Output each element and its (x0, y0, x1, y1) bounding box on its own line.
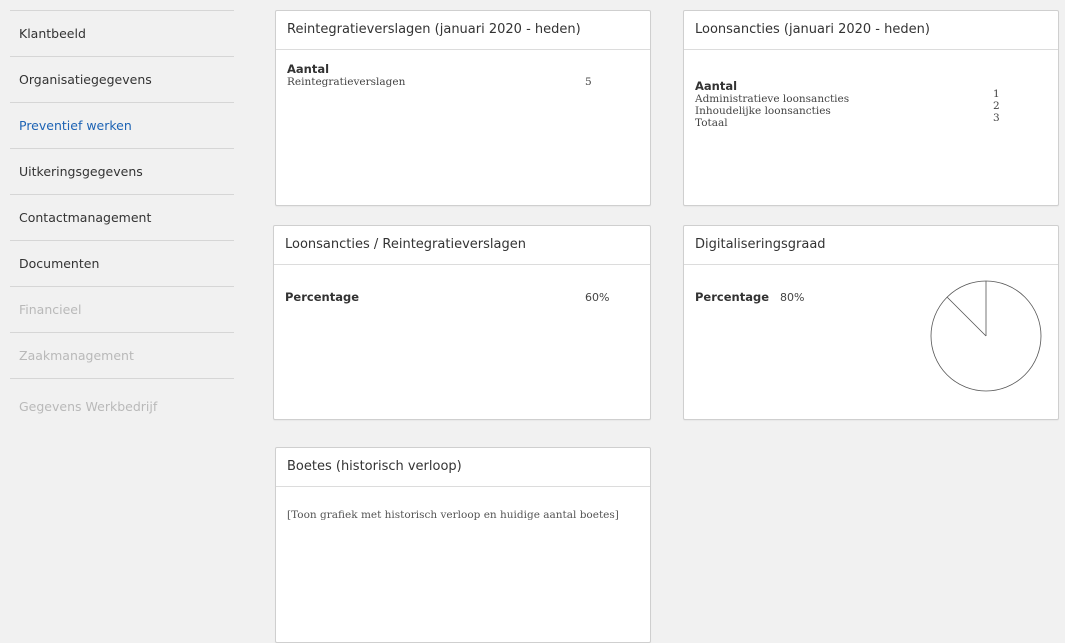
stat-label: Totaal (695, 117, 728, 129)
sidebar-item-organisatiegegevens[interactable]: Organisatiegegevens (10, 56, 234, 102)
panel-title: Loonsancties / Reintegratieverslagen (274, 226, 650, 265)
section-heading: Aantal (287, 62, 330, 76)
stat-label: Administratieve loonsancties (695, 93, 850, 105)
stat-value: 3 (993, 112, 1000, 124)
stat-value: 1 (993, 88, 1000, 100)
stat-row: Totaal 3 (695, 112, 1047, 129)
stat-label: Reintegratieverslagen (287, 76, 406, 88)
sidebar-nav: Klantbeeld Organisatiegegevens Preventie… (10, 0, 234, 429)
stat-value: 60% (585, 291, 610, 304)
ratio-panel: Loonsancties / Reintegratieverslagen Per… (273, 225, 651, 420)
sidebar-item-gegevens-werkbedrijf: Gegevens Werkbedrijf (10, 378, 234, 429)
panel-title: Reintegratieverslagen (januari 2020 - he… (276, 11, 650, 50)
digitalisering-pie-chart (930, 280, 1042, 392)
panel-title: Loonsancties (januari 2020 - heden) (684, 11, 1058, 50)
stat-value: 2 (993, 100, 1000, 112)
sidebar-item-zaakmanagement: Zaakmanagement (10, 332, 234, 378)
panel-title: Boetes (historisch verloop) (276, 448, 650, 487)
panel-title: Digitaliseringsgraad (684, 226, 1058, 265)
stat-value: 80% (780, 291, 805, 304)
stat-label: Inhoudelijke loonsancties (695, 105, 831, 117)
sidebar-item-contactmanagement[interactable]: Contactmanagement (10, 194, 234, 240)
sidebar-item-preventief-werken[interactable]: Preventief werken (10, 102, 234, 148)
boetes-panel: Boetes (historisch verloop) [Toon grafie… (275, 447, 651, 643)
loonsancties-panel: Loonsancties (januari 2020 - heden) Aant… (683, 10, 1059, 206)
reintegratie-panel: Reintegratieverslagen (januari 2020 - he… (275, 10, 651, 206)
sidebar-item-klantbeeld[interactable]: Klantbeeld (10, 10, 234, 56)
sidebar-item-financieel: Financieel (10, 286, 234, 332)
digitalisering-panel: Digitaliseringsgraad Percentage 80% (683, 225, 1059, 420)
stat-row: Percentage 60% (285, 290, 639, 305)
sidebar-item-documenten[interactable]: Documenten (10, 240, 234, 286)
stat-row: Reintegratieverslagen 5 (287, 76, 639, 89)
chart-placeholder-text: [Toon grafiek met historisch verloop en … (287, 509, 619, 521)
stat-label: Percentage (695, 290, 769, 304)
stat-label: Percentage (285, 290, 359, 304)
sidebar-item-uitkeringsgegevens[interactable]: Uitkeringsgegevens (10, 148, 234, 194)
stat-value: 5 (585, 76, 592, 88)
